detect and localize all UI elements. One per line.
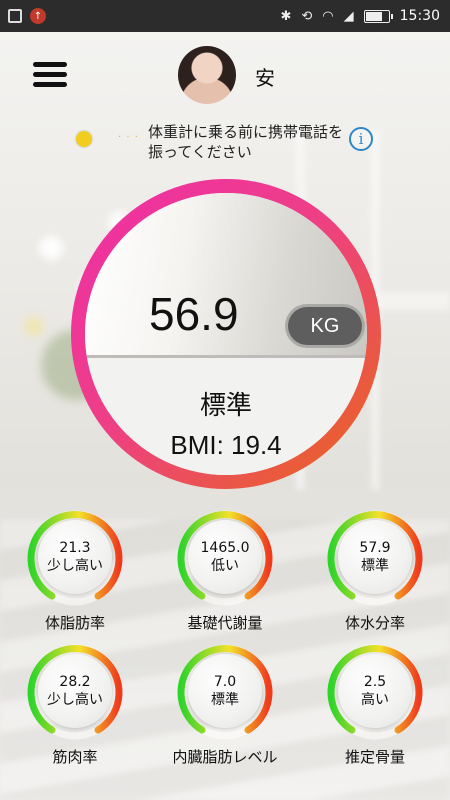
menu-icon[interactable] <box>33 62 67 88</box>
metric-display: 28.2 少し高い <box>38 654 112 728</box>
shake-tip-text: 体重計に乗る前に携帯電話を振ってください <box>148 123 344 161</box>
signal-icon: ◢ <box>343 8 354 24</box>
weight-gauge[interactable]: 56.9 KG 標準 BMI: 19.4 <box>70 178 382 490</box>
battery-icon <box>363 9 393 23</box>
metric-name: 体水分率 <box>344 614 405 632</box>
metric-level: 標準 <box>361 558 389 574</box>
clock: 15:30 <box>399 8 440 24</box>
weight-value: 56.9 <box>149 288 239 340</box>
bmi-value: BMI: 19.4 <box>170 430 282 460</box>
upload-notification-icon: ↑ <box>30 8 46 24</box>
weight-display: 56.9 KG 標準 BMI: 19.4 <box>85 193 367 475</box>
metric-display: 21.3 少し高い <box>38 520 112 594</box>
metric-display: 7.0 標準 <box>188 654 262 728</box>
metric-value: 1465.0 <box>200 540 250 556</box>
metric-value: 28.2 <box>59 674 91 690</box>
metric-name: 体脂肪率 <box>44 614 105 632</box>
metric-value: 7.0 <box>213 674 237 690</box>
metric-level: 低い <box>211 558 239 574</box>
avatar[interactable] <box>178 46 236 104</box>
weight-status: 標準 <box>199 391 252 421</box>
status-bar: ↑ ✱ ⟲ ◠ ◢ 15:30 <box>0 0 450 32</box>
metric-name: 基礎代謝量 <box>187 614 263 632</box>
metric-level: 高い <box>361 692 389 708</box>
metric-card[interactable]: 2.5 高い 推定骨量 <box>300 642 450 776</box>
progress-dots: · · · <box>118 132 139 143</box>
rotation-lock-icon: ⟲ <box>301 8 313 24</box>
bluetooth-icon: ✱ <box>280 8 292 24</box>
metric-card[interactable]: 7.0 標準 内臓脂肪レベル <box>150 642 300 776</box>
metric-display: 2.5 高い <box>338 654 412 728</box>
status-dot-icon <box>76 131 92 147</box>
metric-card[interactable]: 28.2 少し高い 筋肉率 <box>0 642 150 776</box>
screenshot-icon <box>8 9 22 23</box>
info-icon[interactable]: i <box>349 127 373 151</box>
metric-level: 標準 <box>211 692 239 708</box>
metric-card[interactable]: 1465.0 低い 基礎代謝量 <box>150 508 300 642</box>
metric-level: 少し高い <box>47 692 103 708</box>
metric-level: 少し高い <box>47 558 103 574</box>
metric-card[interactable]: 57.9 標準 体水分率 <box>300 508 450 642</box>
metric-display: 57.9 標準 <box>338 520 412 594</box>
wifi-icon: ◠ <box>322 8 334 24</box>
metric-name: 内臓脂肪レベル <box>172 748 278 766</box>
metric-name: 筋肉率 <box>52 748 98 766</box>
user-name: 安 <box>255 66 275 90</box>
unit-toggle-button[interactable]: KG <box>288 307 362 345</box>
metric-name: 推定骨量 <box>344 748 405 766</box>
metric-display: 1465.0 低い <box>188 520 262 594</box>
metric-value: 57.9 <box>359 540 391 556</box>
metric-card[interactable]: 21.3 少し高い 体脂肪率 <box>0 508 150 642</box>
metric-value: 21.3 <box>59 540 91 556</box>
metric-value: 2.5 <box>363 674 387 690</box>
